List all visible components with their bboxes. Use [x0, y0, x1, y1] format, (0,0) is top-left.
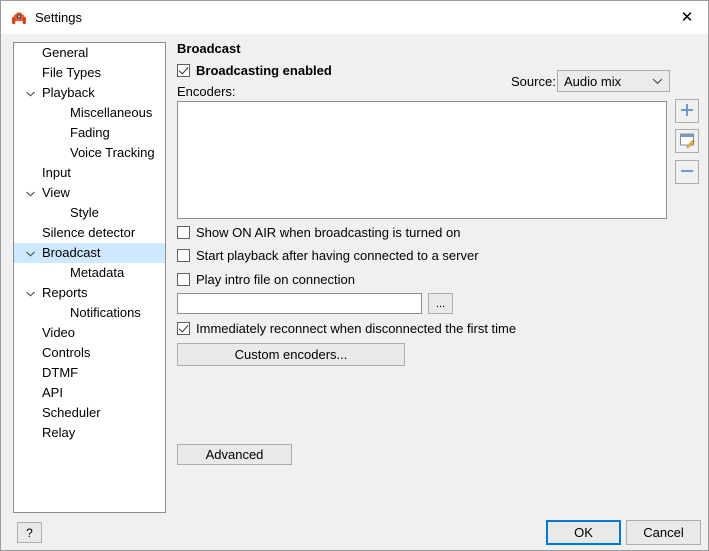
browse-file-button[interactable]: ...	[428, 293, 453, 314]
sidebar-item-label: View	[42, 185, 70, 200]
sidebar-item-broadcast[interactable]: Broadcast	[14, 243, 165, 263]
chevron-down-icon	[652, 71, 663, 91]
settings-tree[interactable]: General File Types Playback Miscellaneous Fa…	[13, 42, 166, 513]
sidebar-item-playback[interactable]: Playback	[14, 83, 165, 103]
close-button[interactable]: ✕	[664, 1, 708, 33]
encoders-label: Encoders:	[177, 84, 236, 99]
sidebar-item-label: Input	[42, 165, 71, 180]
custom-encoders-button[interactable]: Custom encoders...	[177, 343, 405, 366]
headphones-icon	[10, 8, 28, 26]
sidebar-item-dtmf[interactable]: DTMF	[14, 363, 165, 383]
close-icon: ✕	[680, 8, 694, 26]
sidebar-item-input[interactable]: Input	[14, 163, 165, 183]
advanced-button[interactable]: Advanced	[177, 444, 292, 465]
sidebar-item-label: Video	[42, 325, 76, 340]
chevron-down-icon[interactable]	[24, 83, 36, 103]
source-label: Source:	[511, 74, 556, 89]
sidebar-item-label: Miscellaneous	[70, 105, 153, 120]
sidebar-item-label: Relay	[42, 425, 76, 440]
sidebar-item-metadata[interactable]: Metadata	[14, 263, 165, 283]
start-playback-label: Start playback after having connected to…	[196, 248, 479, 263]
checkbox-box	[177, 273, 190, 286]
title-bar: Settings ✕	[1, 1, 708, 35]
play-intro-file-checkbox[interactable]: Play intro file on connection	[177, 272, 355, 287]
sidebar-item-style[interactable]: Style	[14, 203, 165, 223]
window-title: Settings	[35, 10, 82, 25]
immediately-reconnect-checkbox[interactable]: Immediately reconnect when disconnected …	[177, 321, 516, 336]
sidebar-item-label: API	[42, 385, 63, 400]
sidebar-item-reports[interactable]: Reports	[14, 283, 165, 303]
encoders-list[interactable]	[177, 101, 667, 219]
checkbox-box	[177, 64, 190, 77]
sidebar-item-label: Controls	[42, 345, 91, 360]
intro-file-input[interactable]	[177, 293, 422, 314]
sidebar-item-label: Scheduler	[42, 405, 101, 420]
ok-button[interactable]: OK	[546, 520, 621, 545]
chevron-down-icon[interactable]	[24, 283, 36, 303]
play-intro-file-label: Play intro file on connection	[196, 272, 355, 287]
sidebar-item-voice-tracking[interactable]: Voice Tracking	[14, 143, 165, 163]
sidebar-item-scheduler[interactable]: Scheduler	[14, 403, 165, 423]
sidebar-item-fading[interactable]: Fading	[14, 123, 165, 143]
settings-dialog: Settings ✕ General File Types Playback Misc…	[0, 0, 709, 551]
sidebar-item-video[interactable]: Video	[14, 323, 165, 343]
minus-icon	[679, 163, 695, 182]
broadcasting-enabled-checkbox[interactable]: Broadcasting enabled	[177, 63, 332, 78]
sidebar-item-label: Metadata	[70, 265, 125, 280]
sidebar-item-label: File Types	[42, 65, 102, 80]
cancel-button[interactable]: Cancel	[626, 520, 701, 545]
checkbox-box	[177, 226, 190, 239]
sidebar-item-notifications[interactable]: Notifications	[14, 303, 165, 323]
edit-encoder-button[interactable]	[675, 129, 699, 153]
sidebar-item-label: Style	[70, 205, 99, 220]
sidebar-item-view[interactable]: View	[14, 183, 165, 203]
start-playback-checkbox[interactable]: Start playback after having connected to…	[177, 248, 479, 263]
sidebar-item-label: Notifications	[70, 305, 141, 320]
sidebar-item-label: Silence detector	[42, 225, 136, 240]
chevron-down-icon[interactable]	[24, 183, 36, 203]
plus-icon	[679, 102, 695, 121]
sidebar-item-api[interactable]: API	[14, 383, 165, 403]
show-on-air-label: Show ON AIR when broadcasting is turned …	[196, 225, 461, 240]
sidebar-item-label: Reports	[42, 285, 88, 300]
sidebar-item-label: Playback	[42, 85, 95, 100]
immediately-reconnect-label: Immediately reconnect when disconnected …	[196, 321, 517, 336]
sidebar-item-label: Voice Tracking	[70, 145, 155, 160]
checkbox-box	[177, 249, 190, 262]
sidebar-item-silence-detector[interactable]: Silence detector	[14, 223, 165, 243]
sidebar-item-relay[interactable]: Relay	[14, 423, 165, 443]
sidebar-item-label: General	[42, 45, 89, 60]
sidebar-item-label: DTMF	[42, 365, 79, 380]
show-on-air-checkbox[interactable]: Show ON AIR when broadcasting is turned …	[177, 225, 460, 240]
sidebar-item-label: Fading	[70, 125, 110, 140]
sidebar-item-label: Broadcast	[42, 245, 101, 260]
source-select[interactable]: Audio mix	[557, 70, 670, 92]
add-encoder-button[interactable]	[675, 99, 699, 123]
edit-window-pencil-icon	[679, 132, 695, 151]
help-button[interactable]: ?	[17, 522, 42, 543]
page-title: Broadcast	[177, 41, 241, 56]
sidebar-item-miscellaneous[interactable]: Miscellaneous	[14, 103, 165, 123]
sidebar-item-general[interactable]: General	[14, 43, 165, 63]
checkbox-box	[177, 322, 190, 335]
source-selected-value: Audio mix	[564, 74, 622, 89]
broadcasting-enabled-label: Broadcasting enabled	[196, 63, 332, 78]
sidebar-item-file-types[interactable]: File Types	[14, 63, 165, 83]
sidebar-item-controls[interactable]: Controls	[14, 343, 165, 363]
remove-encoder-button[interactable]	[675, 160, 699, 184]
chevron-down-icon[interactable]	[24, 243, 36, 263]
